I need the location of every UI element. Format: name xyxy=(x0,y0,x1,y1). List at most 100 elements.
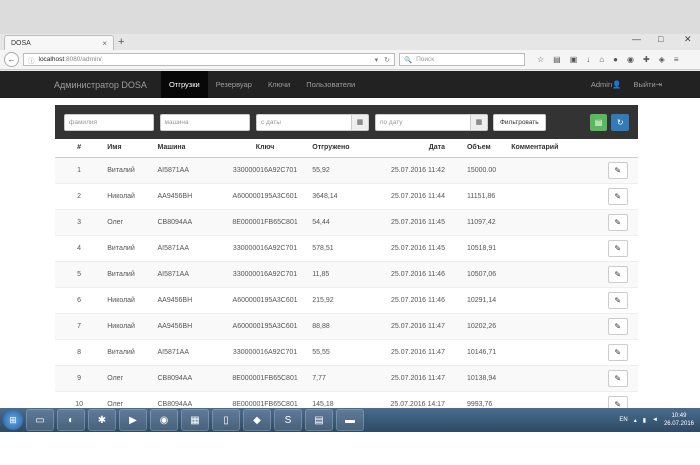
edit-button[interactable]: ✎ xyxy=(607,317,628,335)
edit-button[interactable]: ✎ xyxy=(607,161,628,179)
nav-users[interactable]: Пользователи xyxy=(298,71,363,98)
language-indicator[interactable]: EN xyxy=(619,417,627,423)
home-icon[interactable]: ⌂ xyxy=(599,55,604,64)
nav-shipments[interactable]: Отгрузки xyxy=(160,71,208,98)
cell-volume: 10138,94 xyxy=(448,364,508,391)
pocket-icon[interactable]: ◉ xyxy=(627,55,634,64)
export-button[interactable]: ▤ xyxy=(589,113,608,131)
header-comment: Комментарий xyxy=(507,139,598,158)
back-button[interactable]: ← xyxy=(4,52,19,67)
table-header-row: # Имя Машина Ключ Отгружено Дата Объем К… xyxy=(55,139,638,158)
site-info-icon[interactable]: ⓘ xyxy=(28,55,35,65)
pencil-icon: ✎ xyxy=(614,269,622,279)
taskbar-excel[interactable]: ▦ xyxy=(181,409,209,431)
clock[interactable]: 10:49 26.07.2016 xyxy=(664,412,694,428)
download-icon[interactable]: ↓ xyxy=(586,55,590,64)
table-row: 7 Николай AA9456BH A600000195A3C601 88,8… xyxy=(55,312,638,339)
cell-comment xyxy=(507,260,598,287)
tray-arrow-icon[interactable]: ▴ xyxy=(634,417,637,424)
cell-num: 7 xyxy=(55,312,104,339)
taskbar-explorer[interactable]: ▭ xyxy=(26,409,54,431)
page-margin xyxy=(0,432,700,465)
app-icon: ◐ xyxy=(67,414,75,426)
browser-toolbar: ← ⓘ localhost:8080/admin/ ▾ ↻ 🔍 Поиск ☆ ▤… xyxy=(0,50,700,70)
table-row: 4 Виталий AI5871AA 330000016A92C701 578,… xyxy=(55,234,638,261)
network-icon[interactable]: ▮ xyxy=(643,417,646,424)
dropdown-icon[interactable]: ▾ xyxy=(375,56,379,64)
edit-button[interactable]: ✎ xyxy=(607,187,628,205)
cell-key: 330000016A92C701 xyxy=(221,260,309,287)
menu-icon[interactable]: ≡ xyxy=(674,55,679,64)
taskbar-skype[interactable]: S xyxy=(274,409,302,431)
logout-link[interactable]: Выйти ⇥ xyxy=(627,71,668,98)
pencil-icon: ✎ xyxy=(614,217,622,227)
taskbar-firefox[interactable]: ◉ xyxy=(150,409,178,431)
url-bar[interactable]: ⓘ localhost:8080/admin/ ▾ ↻ xyxy=(23,53,395,66)
cell-volume: 15000.00 xyxy=(448,156,508,183)
windows-logo-icon: ⊞ xyxy=(9,414,17,425)
lastname-filter-input[interactable]: фамилия xyxy=(64,113,154,131)
user-menu[interactable]: Admin 👤 xyxy=(585,71,628,98)
search-bar[interactable]: 🔍 Поиск xyxy=(399,53,525,66)
nav-keys[interactable]: Ключи xyxy=(260,71,298,98)
cell-name: Николай xyxy=(103,286,154,313)
cell-date: 25.07.2016 11:46 xyxy=(374,286,449,313)
cell-name: Николай xyxy=(103,182,154,209)
date-to-input[interactable]: по дату xyxy=(374,113,471,131)
volume-icon[interactable]: ◄ xyxy=(652,417,658,423)
minimize-button[interactable]: — xyxy=(632,34,641,44)
cell-car: AA9456BH xyxy=(153,182,222,209)
taskbar-app-2[interactable]: ◐ xyxy=(57,409,85,431)
calendar-to-button[interactable]: ▦ xyxy=(470,113,488,131)
date-from-input[interactable]: с даты xyxy=(255,113,352,131)
taskbar-terminal[interactable]: ▬ xyxy=(336,409,364,431)
media-icon: ▶ xyxy=(129,414,137,426)
spreadsheet-icon: ▤ xyxy=(594,117,603,127)
tab-close-icon[interactable]: × xyxy=(102,39,107,48)
cell-comment xyxy=(507,286,598,313)
new-tab-button[interactable]: + xyxy=(118,36,124,48)
maximize-button[interactable]: □ xyxy=(658,34,663,44)
taskbar-app-7[interactable]: ▯ xyxy=(212,409,240,431)
edit-button[interactable]: ✎ xyxy=(607,239,628,257)
cell-date: 25.07.2016 11:47 xyxy=(374,338,449,365)
taskbar-python[interactable]: ◆ xyxy=(243,409,271,431)
refresh-button[interactable]: ↻ xyxy=(611,113,629,131)
edit-button[interactable]: ✎ xyxy=(607,291,628,309)
taskbar-app-3[interactable]: ✱ xyxy=(88,409,116,431)
cell-date: 25.07.2016 11:42 xyxy=(374,156,449,183)
filter-button[interactable]: Фильтровать xyxy=(492,113,546,131)
clock-date: 26.07.2016 xyxy=(663,421,694,427)
firefox-addon-icon[interactable]: ◈ xyxy=(659,55,665,64)
cell-num: 9 xyxy=(55,364,104,391)
start-button[interactable]: ⊞ xyxy=(3,410,23,430)
nav-reservoir[interactable]: Резервуар xyxy=(208,71,260,98)
extension-icon[interactable]: ✚ xyxy=(643,55,650,64)
cell-key: 330000016A92C701 xyxy=(221,338,309,365)
close-window-button[interactable]: ✕ xyxy=(684,34,692,45)
edit-button[interactable]: ✎ xyxy=(607,343,628,361)
star-icon[interactable]: ☆ xyxy=(537,55,544,64)
edit-button[interactable]: ✎ xyxy=(607,265,628,283)
clipboard-icon[interactable]: ▤ xyxy=(553,55,561,64)
taskbar-media[interactable]: ▶ xyxy=(119,409,147,431)
cell-shipped: 11,85 xyxy=(308,260,375,287)
car-filter-input[interactable]: машина xyxy=(159,113,250,131)
taskbar-app-10[interactable]: ▤ xyxy=(305,409,333,431)
edit-button[interactable]: ✎ xyxy=(607,213,628,231)
table-row: 3 Олег CB8094AA 8E000001FB65C801 54,44 2… xyxy=(55,208,638,235)
cell-comment xyxy=(507,338,598,365)
skype-icon: S xyxy=(284,414,292,426)
reload-icon[interactable]: ↻ xyxy=(384,56,390,64)
edit-button[interactable]: ✎ xyxy=(607,369,628,387)
chat-icon[interactable]: ● xyxy=(613,55,618,64)
browser-tab[interactable]: DOSA × xyxy=(4,35,114,50)
cell-date: 25.07.2016 11:45 xyxy=(374,208,449,235)
cell-comment xyxy=(507,312,598,339)
cell-car: AI5871AA xyxy=(153,338,222,365)
app-brand[interactable]: Администратор DOSA xyxy=(54,80,147,90)
lock-icon[interactable]: ▣ xyxy=(570,55,578,64)
url-path: :8080/admin/ xyxy=(64,56,102,63)
calendar-from-button[interactable]: ▦ xyxy=(351,113,369,131)
cell-comment xyxy=(507,234,598,261)
